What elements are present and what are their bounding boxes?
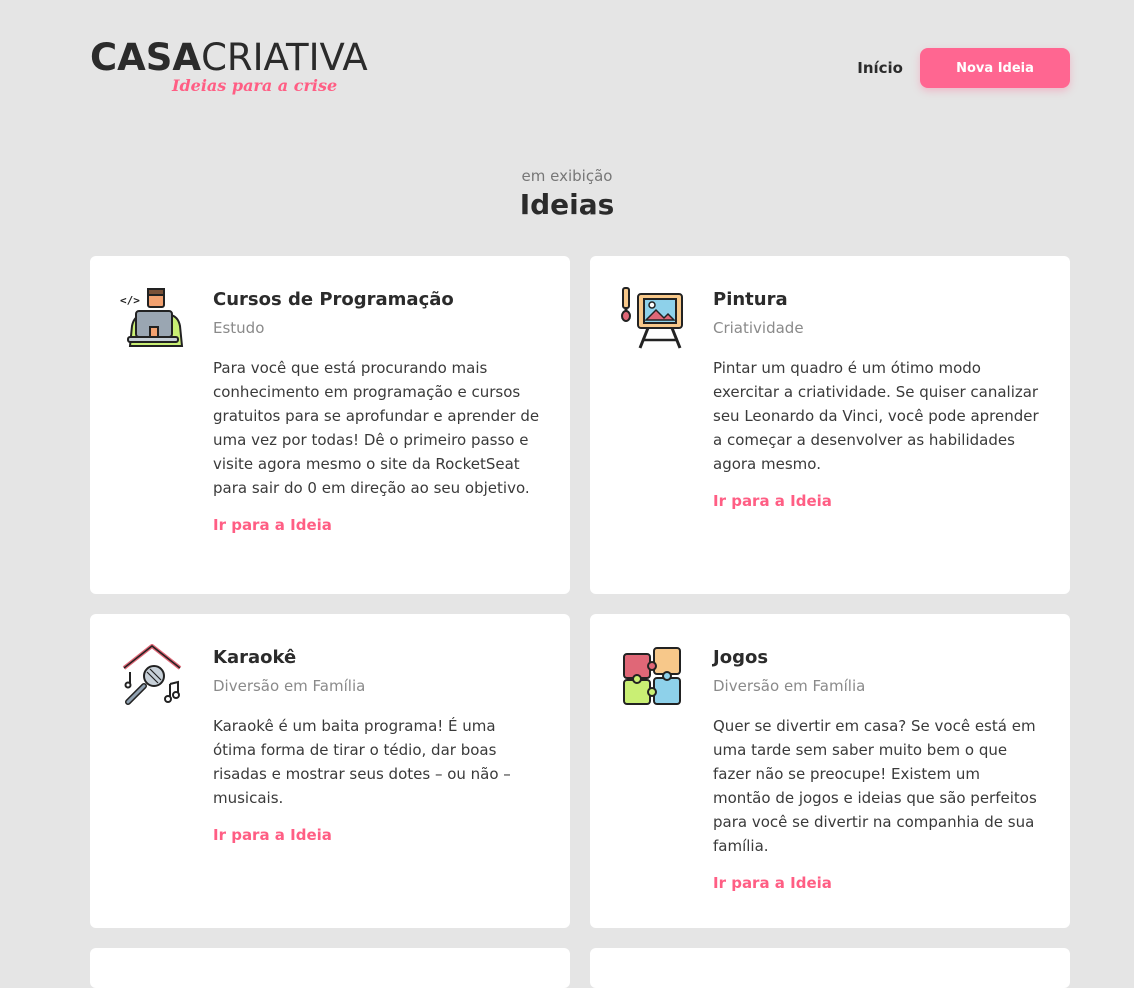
idea-link[interactable]: Ir para a Ideia <box>713 490 832 512</box>
idea-title: Karaokê <box>213 647 297 668</box>
section-heading: em exibição Ideias <box>0 167 1134 221</box>
idea-description: Para você que está procurando mais conhe… <box>213 359 540 497</box>
idea-card-partial <box>590 948 1070 988</box>
idea-category: Criatividade <box>713 319 804 337</box>
site-header: CASACRIATIVA Ideias para a crise Início … <box>90 38 1070 98</box>
idea-category: Estudo <box>213 319 265 337</box>
puzzle-pieces-icon <box>620 644 684 708</box>
karaoke-microphone-icon <box>120 644 184 708</box>
logo-light-text: CRIATIVA <box>201 36 368 79</box>
section-subtitle: em exibição <box>521 167 613 185</box>
main-nav: Início Nova Ideia <box>857 48 1070 88</box>
idea-content: Pintura Criatividade Pintar um quadro é … <box>713 286 1040 512</box>
logo-tagline: Ideias para a crise <box>172 76 338 95</box>
idea-link[interactable]: Ir para a Ideia <box>213 514 332 536</box>
idea-card: </> Cursos de Programação Estudo Para vo… <box>90 256 570 594</box>
logo-bold-text: CASA <box>90 36 202 79</box>
idea-category: Diversão em Família <box>713 677 866 695</box>
idea-category: Diversão em Família <box>213 677 366 695</box>
idea-link[interactable]: Ir para a Ideia <box>713 872 832 894</box>
idea-title: Jogos <box>713 647 769 668</box>
idea-link[interactable]: Ir para a Ideia <box>213 824 332 846</box>
page-title: Ideias <box>519 188 615 221</box>
idea-title: Cursos de Programação <box>213 289 454 310</box>
idea-card: Pintura Criatividade Pintar um quadro é … <box>590 256 1070 594</box>
svg-text:</>: </> <box>120 294 140 307</box>
idea-description: Karaokê é um baita programa! É uma ótima… <box>213 717 511 807</box>
idea-content: Jogos Diversão em Família Quer se divert… <box>713 644 1040 894</box>
nav-home-link[interactable]: Início <box>857 59 903 77</box>
new-idea-button[interactable]: Nova Ideia <box>920 48 1070 88</box>
idea-card: Jogos Diversão em Família Quer se divert… <box>590 614 1070 928</box>
idea-description: Pintar um quadro é um ótimo modo exercit… <box>713 359 1039 473</box>
idea-content: Cursos de Programação Estudo Para você q… <box>213 286 540 536</box>
idea-description: Quer se divertir em casa? Se você está e… <box>713 717 1037 855</box>
programmer-laptop-icon: </> <box>120 286 184 350</box>
idea-content: Karaokê Diversão em Família Karaokê é um… <box>213 644 540 846</box>
logo[interactable]: CASACRIATIVA Ideias para a crise <box>90 38 368 96</box>
painting-easel-icon <box>620 286 684 350</box>
idea-title: Pintura <box>713 289 788 310</box>
idea-card: Karaokê Diversão em Família Karaokê é um… <box>90 614 570 928</box>
idea-card-partial <box>90 948 570 988</box>
logo-wordmark: CASACRIATIVA <box>90 38 368 78</box>
